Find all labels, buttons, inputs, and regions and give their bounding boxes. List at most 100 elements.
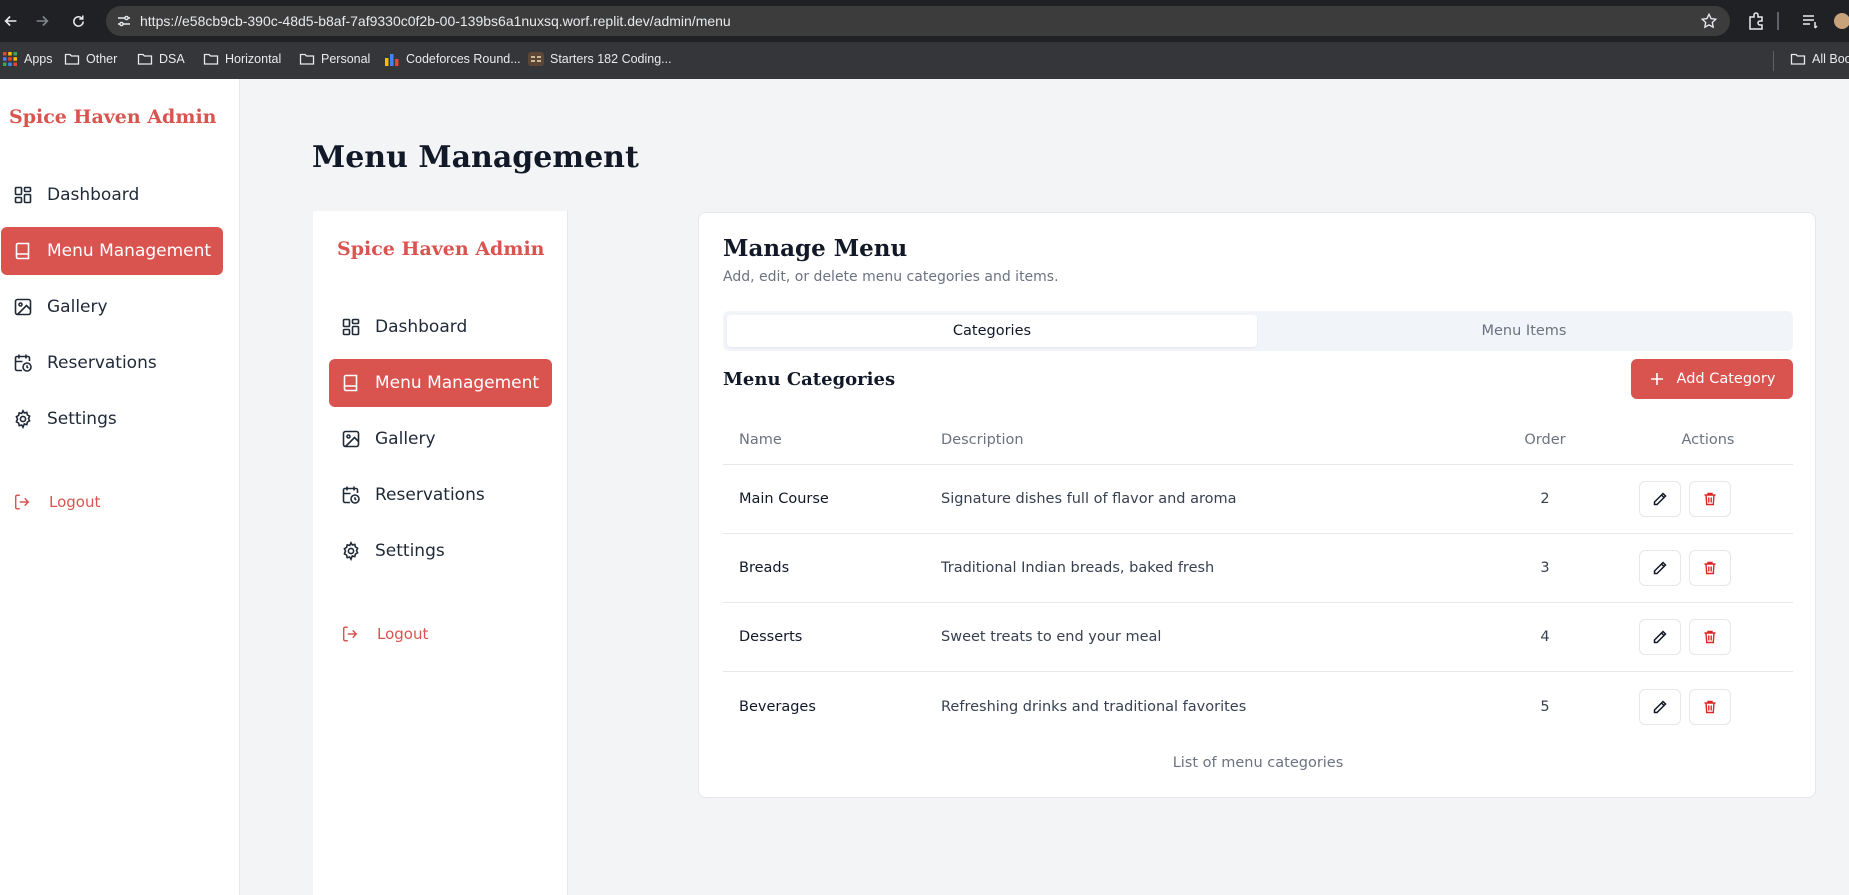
sidebar-item-label: Dashboard	[47, 185, 140, 205]
profile-avatar[interactable]	[1834, 13, 1849, 29]
bookmark-dsa[interactable]: DSA	[137, 51, 185, 67]
gear-icon	[343, 541, 359, 561]
extensions-icon[interactable]	[1746, 11, 1766, 31]
header-order: Order	[1524, 431, 1566, 448]
sidebar-item-label: Settings	[47, 409, 117, 429]
sidebar-item-menu-management[interactable]: Menu Management	[329, 359, 552, 407]
reload-icon[interactable]	[67, 10, 89, 32]
sidebar-item-gallery[interactable]: Gallery	[1, 283, 223, 331]
add-category-button[interactable]: Add Category	[1631, 359, 1793, 399]
card-subtitle: Add, edit, or delete menu categories and…	[723, 269, 1059, 285]
folder-icon	[137, 53, 153, 65]
codeforces-icon	[385, 54, 399, 66]
card-title: Manage Menu	[723, 235, 908, 262]
bookmarks-divider	[1773, 51, 1774, 71]
bookmark-starters[interactable]: Starters 182 Coding...	[528, 51, 672, 67]
bookmark-all[interactable]: All Boo	[1790, 51, 1849, 67]
book-icon	[343, 374, 358, 392]
sidebar-item-label: Gallery	[375, 429, 436, 449]
calendar-clock-icon	[342, 486, 360, 504]
bookmark-label: All Boo	[1812, 52, 1849, 66]
sidebar-item-menu-management[interactable]: Menu Management	[1, 227, 223, 275]
bookmark-horizontal[interactable]: Horizontal	[203, 51, 281, 67]
bookmark-label: Apps	[24, 52, 53, 66]
brand-title[interactable]: Spice Haven Admin	[337, 238, 544, 260]
edit-button[interactable]	[1639, 688, 1681, 725]
sidebar-item-dashboard[interactable]: Dashboard	[1, 171, 223, 219]
url-text[interactable]: https://e58cb9cb-390c-48d5-b8af-7af9330c…	[140, 13, 731, 29]
tab-menu-items[interactable]: Menu Items	[1259, 315, 1789, 347]
edit-button[interactable]	[1639, 619, 1681, 655]
sidebar-item-label: Dashboard	[375, 317, 468, 337]
sidebar-item-gallery[interactable]: Gallery	[329, 415, 552, 463]
page-title: Menu Management	[312, 140, 639, 175]
forward-icon[interactable]	[31, 10, 53, 32]
bookmark-label: Starters 182 Coding...	[550, 52, 672, 66]
sidebar-item-reservations[interactable]: Reservations	[329, 471, 552, 519]
bookmark-star-icon[interactable]	[1700, 12, 1718, 30]
trash-icon	[1704, 492, 1716, 506]
reading-list-icon[interactable]	[1800, 11, 1820, 31]
trash-icon	[1704, 561, 1716, 575]
bookmark-other[interactable]: Other	[64, 51, 117, 67]
bookmark-label: Personal	[321, 52, 371, 66]
edit-button[interactable]	[1639, 481, 1681, 517]
book-icon	[15, 242, 30, 260]
pencil-icon	[1653, 699, 1667, 713]
sidebar-item-settings[interactable]: Settings	[1, 395, 223, 443]
header-description: Description	[941, 431, 1024, 448]
site-settings-icon[interactable]	[116, 13, 132, 29]
bookmark-personal[interactable]: Personal	[299, 51, 370, 67]
sidebar-item-reservations[interactable]: Reservations	[1, 339, 223, 387]
folder-icon	[203, 53, 219, 65]
logout-label: Logout	[377, 625, 429, 643]
section-title: Menu Categories	[723, 369, 896, 390]
image-icon	[342, 430, 360, 448]
browser-toolbar: https://e58cb9cb-390c-48d5-b8af-7af9330c…	[0, 0, 1849, 42]
delete-button[interactable]	[1689, 688, 1731, 725]
logout-label: Logout	[49, 493, 101, 511]
plus-icon	[1650, 373, 1663, 385]
bookmark-codeforces[interactable]: Codeforces Round...	[384, 51, 521, 67]
back-icon[interactable]	[0, 10, 22, 32]
edit-button[interactable]	[1639, 550, 1681, 586]
pencil-icon	[1653, 630, 1667, 644]
apps-grid-icon	[3, 52, 17, 66]
table-header: Name Description Order Actions	[723, 415, 1793, 465]
tab-categories[interactable]: Categories	[727, 315, 1257, 347]
bookmark-apps[interactable]: Apps	[2, 51, 53, 67]
codechef-icon	[528, 52, 544, 66]
brand-title[interactable]: Spice Haven Admin	[9, 106, 216, 128]
sidebar-item-label: Menu Management	[47, 241, 212, 261]
table-row: Main Course Signature dishes full of fla…	[723, 465, 1793, 534]
category-name: Breads	[739, 560, 790, 576]
categories-table: Name Description Order Actions Main Cour…	[723, 415, 1793, 741]
table-row: Beverages Refreshing drinks and traditio…	[723, 672, 1793, 741]
bookmark-label: Codeforces Round...	[406, 52, 521, 66]
browser-chrome: https://e58cb9cb-390c-48d5-b8af-7af9330c…	[0, 0, 1849, 79]
delete-button[interactable]	[1689, 481, 1731, 517]
folder-icon	[299, 53, 315, 65]
dashboard-icon	[14, 186, 32, 204]
table-caption: List of menu categories	[1172, 755, 1344, 771]
category-order: 2	[1540, 491, 1550, 507]
category-name: Beverages	[739, 698, 816, 715]
category-name: Main Course	[739, 491, 829, 507]
sidebar-item-dashboard[interactable]: Dashboard	[329, 303, 552, 351]
category-name: Desserts	[739, 629, 803, 645]
sidebar-item-settings[interactable]: Settings	[329, 527, 552, 575]
delete-button[interactable]	[1689, 550, 1731, 586]
category-description: Sweet treats to end your meal	[941, 629, 1162, 645]
delete-button[interactable]	[1689, 619, 1731, 655]
logout-button[interactable]: Logout	[1, 493, 100, 511]
bookmark-label: Other	[86, 52, 118, 66]
logout-button[interactable]: Logout	[329, 625, 428, 643]
category-order: 4	[1540, 629, 1550, 645]
bookmarks-bar: Apps Other DSA Horizontal Personal Codef…	[0, 42, 1849, 79]
address-bar[interactable]: https://e58cb9cb-390c-48d5-b8af-7af9330c…	[106, 6, 1730, 36]
sidebar-item-label: Settings	[375, 541, 445, 561]
inner-sidebar: Spice Haven Admin Dashboard Menu Managem…	[313, 211, 568, 895]
folder-icon	[64, 53, 80, 65]
trash-icon	[1704, 700, 1716, 713]
category-order: 5	[1540, 698, 1550, 715]
